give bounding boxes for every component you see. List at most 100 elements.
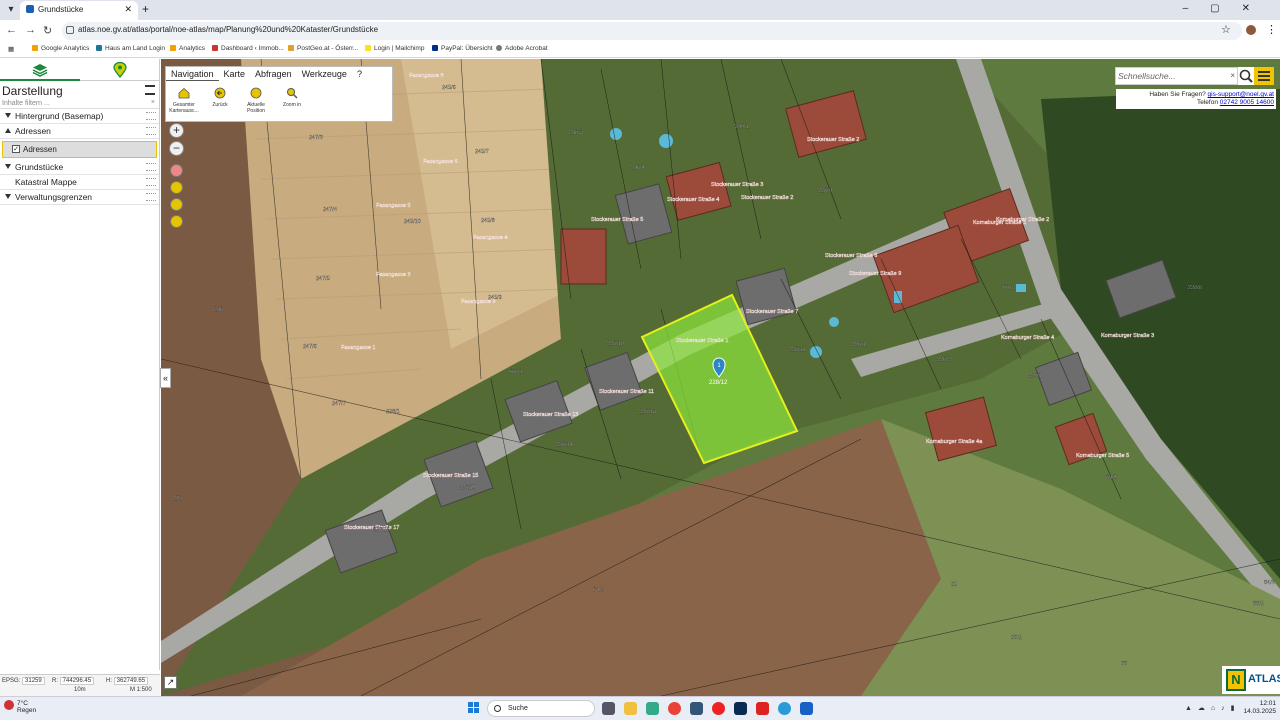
- home-icon[interactable]: [170, 181, 183, 194]
- expand-icon[interactable]: [5, 128, 11, 133]
- reload-icon[interactable]: ↻: [43, 24, 52, 37]
- opera-icon[interactable]: [712, 702, 725, 715]
- current-position-button[interactable]: Aktuelle Position: [239, 87, 273, 114]
- street-label: Fasangasse 6: [423, 159, 458, 165]
- layer-filter-input[interactable]: Inhalte filtern ... ×: [0, 99, 159, 109]
- clock[interactable]: 12:01 14.03.2025: [1238, 700, 1276, 716]
- profile-avatar[interactable]: [1246, 25, 1256, 35]
- drag-handle-icon[interactable]: [146, 178, 156, 186]
- tab-grundstuecke[interactable]: Grundstücke ✕: [20, 1, 138, 20]
- back-button[interactable]: Zurück: [203, 87, 237, 108]
- tab-layers[interactable]: [0, 59, 80, 81]
- new-tab-button[interactable]: +: [142, 2, 149, 16]
- map-view[interactable]: 1 Stockerauer Straße 1 Stockerauer Straße…: [161, 59, 1280, 696]
- bookmark-analytics[interactable]: Analytics: [170, 45, 205, 52]
- search-icon[interactable]: [1238, 67, 1254, 85]
- layer-katastral-mappe[interactable]: Katastral Mappe: [0, 175, 159, 190]
- bookmark-adobe-acrobat[interactable]: Adobe Acrobat: [496, 45, 548, 52]
- street-label: Stockerauer Straße 4: [667, 197, 719, 203]
- clear-search-icon[interactable]: ×: [1230, 71, 1235, 80]
- parcel-number-label: 247/4: [323, 207, 337, 213]
- tab-menu-icon[interactable]: ▾: [4, 3, 18, 17]
- drag-handle-icon[interactable]: [146, 163, 156, 171]
- layer-adressen[interactable]: Adressen: [0, 124, 159, 139]
- support-email-link[interactable]: gis-support@noel.gv.at: [1208, 91, 1274, 98]
- collapse-icon[interactable]: [5, 113, 11, 118]
- tab-werkzeuge[interactable]: Werkzeuge: [297, 67, 352, 81]
- aerial-map[interactable]: 1 Stockerauer Straße 1Stockerauer Straße…: [161, 59, 1280, 696]
- parcel-number-label: 228/8: [1188, 285, 1202, 291]
- map-pin-icon[interactable]: [113, 62, 127, 78]
- fullscreen-button[interactable]: ↗: [164, 676, 177, 689]
- parcel-number-label: 245/9: [488, 295, 502, 301]
- r-coordinate: 744296.45: [59, 677, 95, 685]
- drag-handle-icon[interactable]: [146, 193, 156, 201]
- full-extent-button[interactable]: Gesamter Kartenausc...: [167, 87, 201, 114]
- outlook-icon[interactable]: [800, 702, 813, 715]
- acrobat-icon[interactable]: [756, 702, 769, 715]
- support-phone-link[interactable]: 02742 9005 14600: [1220, 99, 1274, 106]
- window-controls[interactable]: –▢✕: [1183, 3, 1272, 14]
- windows-start-icon[interactable]: [468, 702, 480, 714]
- store-icon[interactable]: [646, 702, 659, 715]
- drag-handle-icon[interactable]: [146, 127, 156, 135]
- bookmark-mailchimp[interactable]: Login | Mailchimp: [365, 45, 424, 52]
- epsg-select[interactable]: 31259: [22, 677, 45, 685]
- bookmark-google-analytics[interactable]: Google Analytics: [32, 45, 89, 52]
- zoom-in-control[interactable]: +: [169, 123, 184, 138]
- tab-navigation[interactable]: Navigation: [166, 67, 219, 81]
- drag-handle-icon[interactable]: [146, 112, 156, 120]
- forward-icon[interactable]: →: [25, 24, 36, 36]
- collapse-icon[interactable]: [5, 164, 11, 169]
- apps-icon[interactable]: ▦: [8, 45, 14, 53]
- site-info-icon[interactable]: [66, 26, 74, 34]
- clear-filter-icon[interactable]: ×: [151, 99, 155, 106]
- weather-widget[interactable]: 7°C Regen: [4, 700, 36, 714]
- collapse-icon[interactable]: [5, 194, 11, 199]
- tab-bar: ▾ Grundstücke ✕ + –▢✕: [0, 0, 1280, 20]
- url-field[interactable]: atlas.noe.gv.at/atlas/portal/noe-atlas/m…: [62, 22, 1242, 40]
- edge-icon[interactable]: [778, 702, 791, 715]
- layer-adressen-item[interactable]: ✓ Adressen: [2, 141, 157, 158]
- taskbar-search[interactable]: Suche: [487, 700, 595, 717]
- bookmark-star-icon[interactable]: ☆: [1221, 23, 1231, 36]
- app-icon[interactable]: [690, 702, 703, 715]
- bookmark-haus-am-land[interactable]: Haus am Land Login: [96, 45, 165, 52]
- tab-karte[interactable]: Karte: [219, 67, 251, 81]
- browser-menu-icon[interactable]: ⋮: [1266, 23, 1277, 36]
- back-icon[interactable]: ←: [6, 24, 17, 36]
- street-label: Stockerauer Straße 6: [825, 253, 877, 259]
- street-label: Fasangasse 1: [341, 345, 376, 351]
- collapse-panel-button[interactable]: «: [160, 368, 171, 388]
- chrome-icon[interactable]: [668, 702, 681, 715]
- street-label: Stockerauer Straße 13: [523, 412, 578, 418]
- layer-hintergrund[interactable]: Hintergrund (Basemap): [0, 109, 159, 124]
- bookmark-postgeo[interactable]: PostGeo.at - Österr...: [288, 45, 358, 52]
- system-tray[interactable]: ▲☁⌂♪▮: [1185, 704, 1241, 712]
- tab-help[interactable]: ?: [352, 67, 367, 81]
- checkbox-checked-icon[interactable]: ✓: [12, 145, 20, 153]
- zoom-out-control[interactable]: −: [169, 141, 184, 156]
- zoom-in-button[interactable]: Zoom in: [275, 87, 309, 108]
- tab-abfragen[interactable]: Abfragen: [250, 67, 297, 81]
- parcel-number-label: 245/8: [481, 218, 495, 224]
- locate-icon[interactable]: [170, 164, 183, 177]
- close-tab-icon[interactable]: ✕: [124, 4, 132, 15]
- bookmark-paypal[interactable]: PayPal: Übersicht: [432, 45, 493, 52]
- map-toolbar: Navigation Karte Abfragen Werkzeuge? Gesamt…: [165, 66, 393, 122]
- quick-search-input[interactable]: Schnellsuche... ×: [1115, 67, 1238, 85]
- taskbar: 7°C Regen Suche ▲☁⌂♪▮ 12:01 14.03.2025: [0, 696, 1280, 720]
- position-icon[interactable]: [170, 215, 183, 228]
- parcel-number-label: 84/2: [593, 587, 604, 593]
- file-explorer-icon[interactable]: [624, 702, 637, 715]
- back-icon[interactable]: [170, 198, 183, 211]
- task-view-icon[interactable]: [602, 702, 615, 715]
- layer-verwaltungsgrenzen[interactable]: Verwaltungsgrenzen: [0, 190, 159, 205]
- layer-grundstuecke[interactable]: Grundstücke: [0, 160, 159, 175]
- menu-icon[interactable]: [1254, 67, 1274, 85]
- photoshop-icon[interactable]: [734, 702, 747, 715]
- bookmark-dashboard[interactable]: Dashboard ‹ Immob...: [212, 45, 284, 52]
- list-view-icon[interactable]: [145, 85, 155, 95]
- street-label: Kornaburger Straße 2: [996, 217, 1049, 223]
- parcel-number-label: 247/7: [332, 401, 346, 407]
